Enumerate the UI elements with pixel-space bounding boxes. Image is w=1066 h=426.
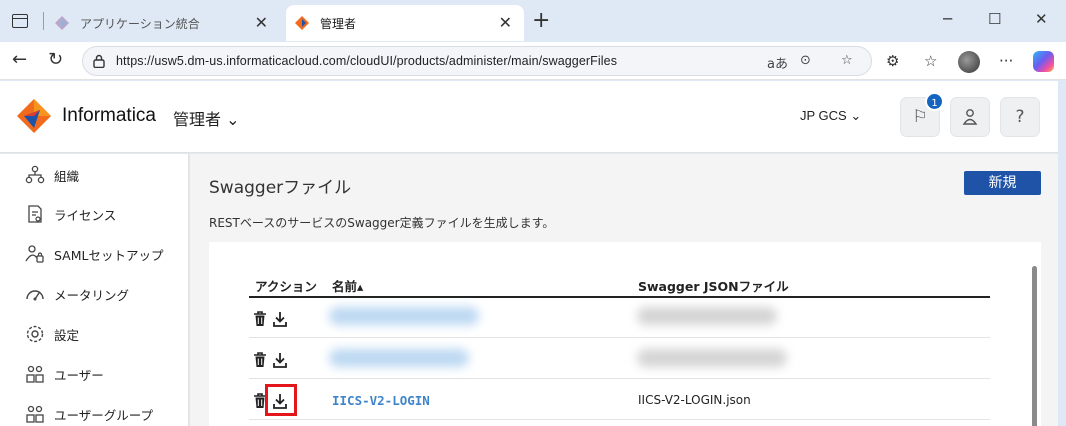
org-label: JP GCS (800, 108, 847, 123)
swagger-json-file: IICS-V2-LOGIN.json (638, 393, 751, 407)
minimize-icon[interactable]: ─ (943, 10, 952, 28)
user-profile-button[interactable] (950, 97, 990, 137)
sidebar-item-label: ユーザーグループ (54, 407, 154, 423)
sidebar-item-metering[interactable]: メータリング (24, 282, 184, 306)
address-bar[interactable]: https://usw5.dm-us.informaticacloud.com/… (82, 46, 872, 76)
swagger-name-link[interactable]: IICS-V2-LOGIN (332, 393, 430, 408)
users-icon (24, 363, 46, 385)
user-group-icon (24, 403, 46, 425)
copilot-icon[interactable] (1033, 51, 1054, 72)
download-icon[interactable] (272, 351, 288, 369)
org-switcher[interactable]: JP GCS ⌄ (800, 108, 861, 124)
main-content: Swaggerファイル 新規 RESTベースのサービスのSwagger定義ファイ… (190, 154, 1058, 426)
tab-separator (43, 12, 44, 30)
lock-icon[interactable] (93, 54, 105, 68)
tab-title: 管理者 (320, 16, 357, 31)
help-icon: ? (1015, 107, 1025, 127)
redacted-json (637, 307, 777, 325)
redacted-json (637, 349, 787, 367)
informatica-favicon-icon (295, 16, 309, 30)
close-tab-icon[interactable]: ✕ (255, 14, 268, 32)
scrollbar[interactable] (1032, 266, 1037, 426)
sidebar-item-label: 設定 (54, 327, 80, 343)
service-switcher[interactable]: 管理者 ⌄ (173, 106, 240, 130)
license-icon (24, 203, 46, 225)
new-button[interactable]: 新規 (964, 171, 1041, 195)
gear-icon (24, 323, 46, 345)
saml-user-lock-icon (24, 243, 46, 265)
redacted-name (329, 349, 469, 367)
table-row: IICS-V2-LOGIN IICS-V2-LOGIN.json (249, 380, 990, 420)
maximize-icon[interactable]: ☐ (988, 10, 1001, 28)
chevron-down-icon: ⌄ (226, 110, 240, 129)
more-info-icon[interactable]: ⊙ (800, 53, 811, 68)
read-aloud-icon[interactable]: aあ (767, 53, 788, 72)
chevron-down-icon: ⌄ (850, 108, 862, 123)
sidebar-item-label: メータリング (54, 287, 130, 303)
sidebar-item-saml-setup[interactable]: SAMLセットアップ (24, 242, 184, 266)
sidebar-item-settings[interactable]: 設定 (24, 322, 184, 346)
profile-avatar[interactable] (958, 51, 980, 73)
informatica-logo-icon (17, 99, 51, 133)
service-label: 管理者 (173, 110, 222, 129)
sidebar-item-label: ユーザー (54, 367, 104, 383)
redacted-name (329, 307, 479, 325)
brand-name: Informatica (62, 105, 156, 126)
more-menu-icon[interactable]: ··· (999, 52, 1013, 70)
sidebar-item-license[interactable]: ライセンス (24, 202, 184, 226)
app-header: Informatica 管理者 ⌄ JP GCS ⌄ ⚐ ? (0, 81, 1058, 153)
column-header-action: アクション (255, 279, 317, 294)
delete-icon[interactable] (252, 310, 268, 328)
window-menu-icon[interactable] (12, 14, 28, 28)
meter-icon (24, 283, 46, 305)
column-header-json: Swagger JSONファイル (638, 279, 789, 294)
sidebar-item-label: SAMLセットアップ (54, 247, 164, 263)
sidebar-item-label: 組織 (54, 168, 80, 184)
table-row (249, 298, 990, 338)
sidebar: 組織 ライセンス SAMLセットアップ メータリング 設定 ユーザー ユーザーグ… (0, 154, 189, 426)
page-description: RESTベースのサービスのSwagger定義ファイルを生成します。 (209, 216, 555, 230)
url-text: https://usw5.dm-us.informaticacloud.com/… (116, 54, 618, 68)
close-tab-icon[interactable]: ✕ (499, 14, 512, 32)
sidebar-item-label: ライセンス (54, 207, 117, 223)
favorite-star-icon[interactable]: ☆ (841, 53, 853, 68)
back-icon[interactable]: ← (12, 50, 27, 70)
download-highlight-box (265, 384, 297, 416)
column-header-name[interactable]: 名前▴ (332, 276, 363, 295)
tab-application-integration[interactable]: アプリケーション統合 ✕ (48, 5, 280, 41)
flag-icon: ⚐ (912, 107, 928, 127)
swagger-files-table: アクション 名前▴ Swagger JSONファイル IICS-V2-LOGIN… (209, 242, 1041, 426)
table-row (249, 339, 990, 379)
informatica-favicon-icon (55, 16, 69, 30)
tab-administrator[interactable]: 管理者 ✕ (286, 5, 524, 41)
notification-badge: 1 (925, 92, 944, 111)
close-window-icon[interactable]: ✕ (1035, 10, 1048, 28)
sidebar-item-user-groups[interactable]: ユーザーグループ (24, 402, 184, 426)
org-tree-icon (24, 164, 46, 186)
download-icon[interactable] (272, 310, 288, 328)
tab-title: アプリケーション統合 (80, 16, 200, 31)
sidebar-item-organization[interactable]: 組織 (24, 163, 184, 187)
delete-icon[interactable] (252, 351, 268, 369)
refresh-icon[interactable]: ↻ (48, 50, 63, 70)
extensions-icon[interactable]: ⚙ (886, 52, 899, 70)
favorites-icon[interactable]: ☆ (924, 52, 937, 70)
browser-tab-bar: アプリケーション統合 ✕ 管理者 ✕ + ─ ☐ ✕ (0, 0, 1066, 42)
sidebar-item-users[interactable]: ユーザー (24, 362, 184, 386)
user-icon (962, 109, 978, 125)
new-tab-icon[interactable]: + (532, 10, 550, 32)
help-button[interactable]: ? (1000, 97, 1040, 137)
page-title: Swaggerファイル (209, 178, 352, 198)
address-toolbar: ← ↻ https://usw5.dm-us.informaticacloud.… (0, 42, 1066, 80)
